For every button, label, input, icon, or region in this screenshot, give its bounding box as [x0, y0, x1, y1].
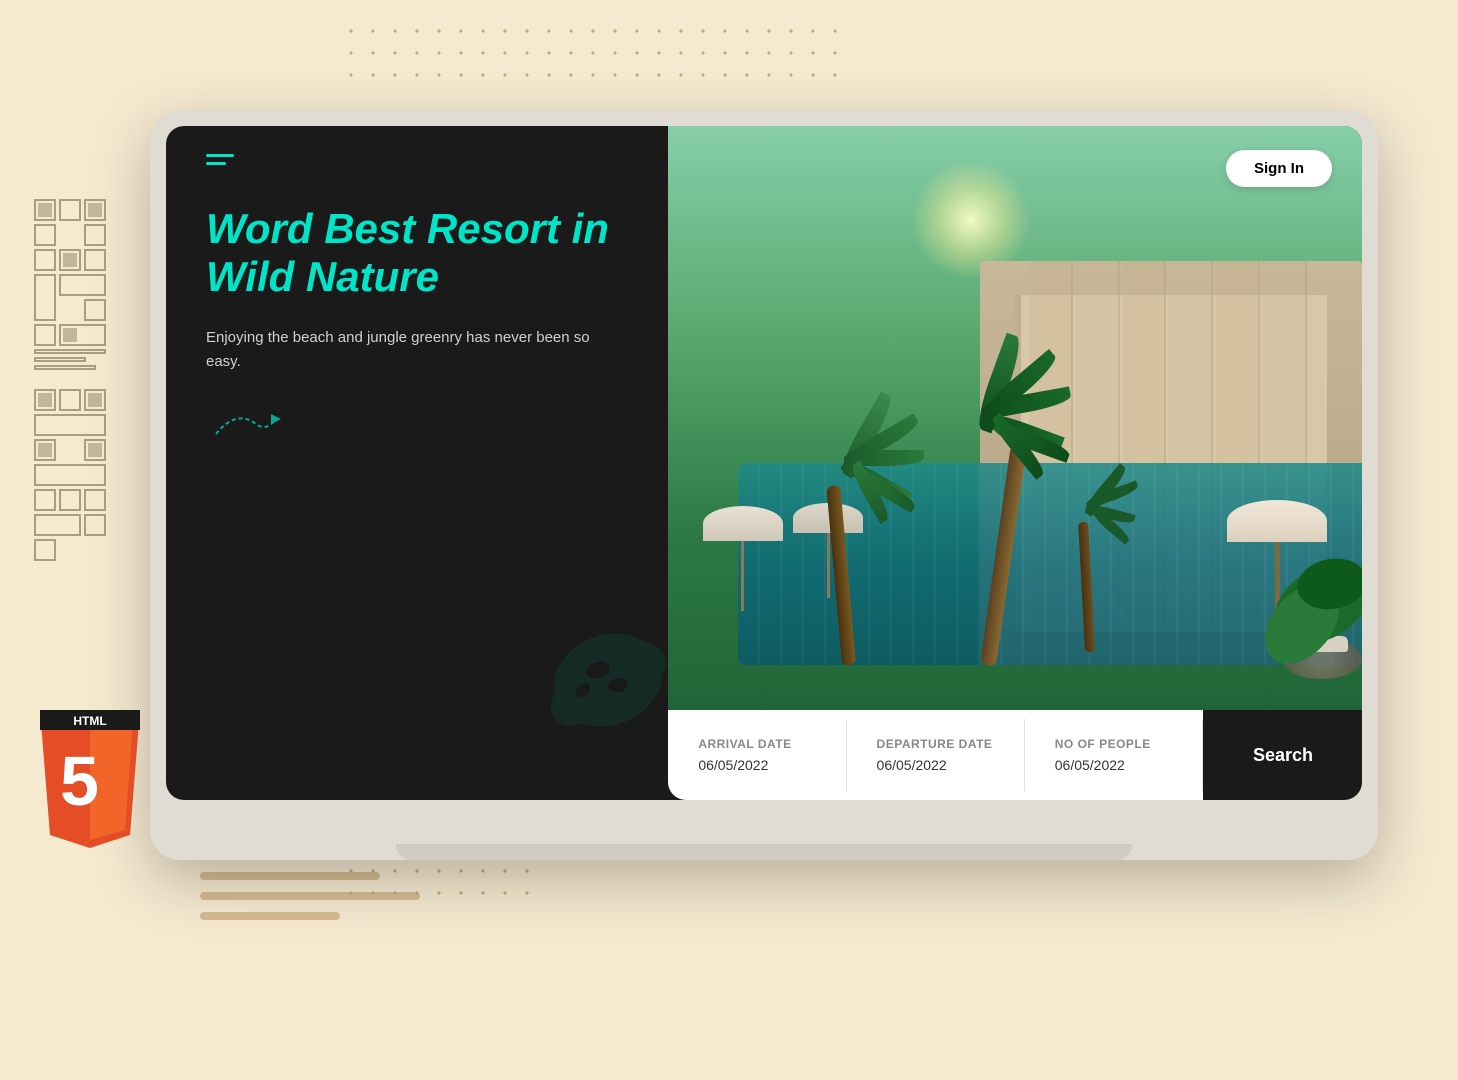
html5-badge: 5 HTML	[30, 710, 150, 870]
deco-arrow	[206, 404, 628, 451]
left-panel: Word Best Resort in Wild Nature Enjoying…	[166, 126, 668, 800]
background-dots-bottom	[340, 860, 540, 900]
menu-line-1	[206, 154, 234, 157]
svg-text:5: 5	[60, 742, 99, 820]
svg-text:HTML: HTML	[73, 714, 106, 728]
laptop-base	[396, 844, 1133, 860]
signin-button[interactable]: Sign In	[1226, 150, 1332, 187]
background-dots-top	[340, 20, 840, 80]
laptop-screen: Word Best Resort in Wild Nature Enjoying…	[166, 126, 1362, 800]
tropical-plants	[1262, 524, 1362, 679]
laptop-wrapper: Word Best Resort in Wild Nature Enjoying…	[150, 110, 1378, 860]
menu-line-2	[206, 162, 226, 165]
palm-tree-3	[1085, 522, 1095, 652]
search-button[interactable]: Search	[1203, 710, 1362, 800]
deco-line-3	[200, 912, 340, 920]
palm-tree-1	[842, 485, 856, 665]
departure-date-field[interactable]: Departure Date 06/05/2022	[847, 719, 1025, 791]
arrival-date-field[interactable]: Arrival Date 06/05/2022	[668, 719, 846, 791]
search-bar: Arrival Date 06/05/2022 Departure Date 0…	[668, 710, 1362, 800]
arrival-date-label: Arrival Date	[698, 737, 815, 751]
hero-subtext: Enjoying the beach and jungle greenry ha…	[206, 326, 628, 374]
departure-date-value: 06/05/2022	[877, 757, 994, 773]
arrival-date-value: 06/05/2022	[698, 757, 815, 773]
monstera-decoration	[538, 620, 668, 740]
laptop-frame: Word Best Resort in Wild Nature Enjoying…	[150, 110, 1378, 860]
people-value: 06/05/2022	[1055, 757, 1172, 773]
hamburger-menu-button[interactable]	[206, 154, 234, 165]
resort-photo: Sign In	[668, 126, 1362, 800]
palm-tree-2	[980, 445, 996, 665]
right-panel: Sign In Arrival Date 06/05/2022 Departur…	[668, 126, 1362, 800]
geometric-pattern	[30, 195, 120, 580]
hero-headline: Word Best Resort in Wild Nature	[206, 205, 628, 302]
umbrella-1	[703, 506, 783, 611]
departure-date-label: Departure Date	[877, 737, 994, 751]
people-label: No of people	[1055, 737, 1172, 751]
people-field[interactable]: No of people 06/05/2022	[1025, 719, 1203, 791]
